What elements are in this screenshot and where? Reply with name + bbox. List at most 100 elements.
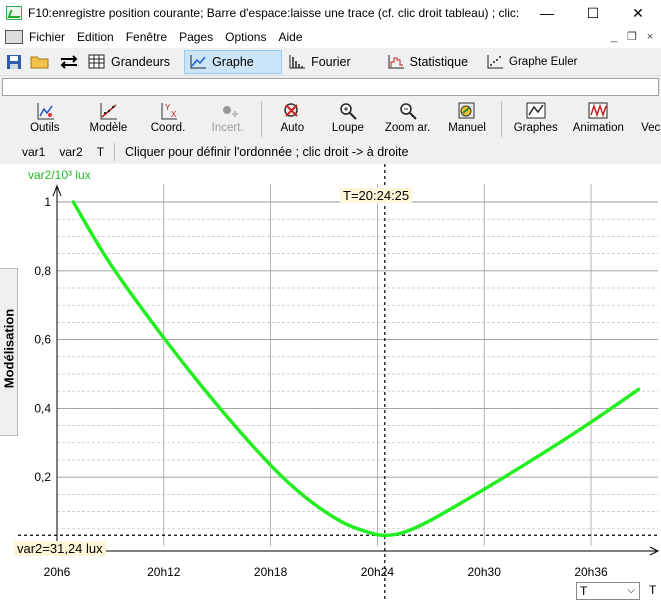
tools-icon (37, 103, 54, 120)
graph-area[interactable]: 1 0,8 0,6 0,4 0,2 20h6 20h12 20h18 20h24 20h30 20h… (18, 164, 661, 600)
y-tick-label: 0,4 (34, 401, 51, 415)
maximize-button[interactable]: ☐ (570, 0, 616, 26)
menu-bar: Fichier Edition Fenêtre Pages Options Ai… (0, 26, 661, 48)
x-tick-label: 20h24 (361, 565, 395, 579)
x-axis-label: T (649, 583, 657, 597)
manuel-button[interactable]: Manuel (437, 98, 497, 140)
loupe-label: Loupe (331, 122, 364, 134)
tab-grandeurs[interactable]: Grandeurs (84, 50, 174, 74)
swap-arrows-icon (60, 54, 78, 69)
auto-scale-icon (284, 103, 299, 117)
cursor-crosshair (18, 164, 658, 600)
mdi-minimize-icon[interactable]: _ (607, 30, 621, 44)
grid (56, 184, 658, 546)
variable-bar: var1 var2 T Cliquer pour définir l'ordon… (0, 140, 661, 164)
svg-text:X: X (171, 110, 177, 119)
auto-button[interactable]: Auto (266, 98, 318, 140)
model-icon (100, 103, 118, 120)
vecteurs-button[interactable]: Vec (631, 98, 661, 140)
zoom-arriere-button[interactable]: Zoom ar. (378, 98, 438, 140)
line-chart[interactable]: 1 0,8 0,6 0,4 0,2 20h6 20h12 20h18 20h24 20h30 20h… (18, 164, 661, 600)
title-bar: F10:enregistre position courante; Barre … (0, 0, 661, 26)
animation-label: Animation (572, 122, 624, 134)
tab-grandeurs-label: Grandeurs (111, 54, 171, 69)
series-line (71, 200, 641, 538)
menu-pages[interactable]: Pages (173, 30, 219, 44)
document-icon[interactable] (5, 30, 23, 44)
var2-selector[interactable]: var2 (45, 145, 82, 159)
menu-options[interactable]: Options (219, 30, 272, 44)
outils-button[interactable]: Outils (15, 98, 75, 140)
tick-labels: 1 0,8 0,6 0,4 0,2 20h6 20h12 20h18 20h24 20h30 20h… (34, 195, 608, 579)
save-button[interactable] (2, 50, 26, 74)
vectors-icon (641, 101, 661, 121)
axes (18, 184, 660, 556)
graph-icon (190, 54, 207, 68)
tab-graphe[interactable]: Graphe (184, 49, 283, 74)
tab-statistique[interactable]: Statistique (383, 50, 472, 74)
tab-graphe-label: Graphe (212, 54, 254, 69)
x-tick-label: 20h30 (468, 565, 502, 579)
swap-button[interactable] (54, 50, 84, 74)
modelisation-label: Modélisation (1, 308, 17, 389)
graphs-icon (526, 102, 546, 119)
y-tick-label: 0,6 (34, 333, 51, 347)
coord-label: Coord. (150, 122, 186, 134)
floppy-icon (7, 54, 21, 69)
menu-aide[interactable]: Aide (272, 30, 308, 44)
x-tick-label: 20h18 (254, 565, 288, 579)
uncertainty-icon (222, 106, 238, 117)
open-button[interactable] (26, 50, 54, 74)
animation-button[interactable]: Animation (566, 98, 632, 140)
expression-field[interactable] (2, 78, 659, 96)
histogram-icon (388, 54, 404, 68)
time-readout: T=20:24:25 (340, 188, 413, 203)
close-button[interactable]: ✕ (615, 0, 661, 26)
expression-bar (0, 76, 661, 98)
y-tick-label: 0,8 (34, 264, 51, 278)
animation-icon (588, 102, 608, 119)
menu-edition[interactable]: Edition (71, 30, 120, 44)
modele-button[interactable]: Modèle (79, 98, 139, 140)
coord-button[interactable]: YX Coord. (138, 98, 198, 140)
minimize-button[interactable]: — (524, 0, 570, 26)
status-message: Cliquer pour définir l'ordonnée ; clic d… (125, 145, 409, 159)
table-icon (88, 54, 105, 68)
y-tick-label: 0,2 (34, 470, 51, 484)
manual-scale-icon (458, 102, 475, 119)
mdi-close-icon[interactable]: × (643, 30, 657, 44)
tab-fourier-label: Fourier (311, 54, 351, 69)
spectrum-icon (289, 54, 306, 68)
incert-label: Incert. (211, 122, 244, 134)
loupe-button[interactable]: Loupe (318, 98, 378, 140)
abscissa-select[interactable]: T ⌵ (576, 582, 640, 600)
toolbar-separator (261, 101, 263, 137)
zoom-arriere-label: Zoom ar. (384, 122, 431, 134)
tab-statistique-label: Statistique (409, 54, 469, 69)
main-toolbar: Grandeurs Graphe Fourier Statistique Gra… (0, 48, 661, 76)
var1-selector[interactable]: var1 (0, 145, 45, 159)
incert-button[interactable]: Incert. (198, 98, 258, 140)
folder-icon (30, 56, 49, 68)
outils-label: Outils (30, 122, 60, 134)
auto-label: Auto (280, 122, 305, 134)
t-selector[interactable]: T (83, 145, 104, 159)
modele-label: Modèle (89, 122, 128, 134)
graphes-button[interactable]: Graphes (506, 98, 566, 140)
tab-graphe-euler[interactable]: Graphe Euler (482, 50, 581, 74)
modelisation-side-tab[interactable]: Modélisation (0, 268, 18, 436)
y-axis-label: var2/10³ lux (28, 168, 91, 182)
euler-graph-icon (487, 54, 504, 68)
tab-fourier[interactable]: Fourier (284, 50, 355, 74)
chevron-down-icon: ⌵ (627, 585, 635, 596)
manuel-label: Manuel (448, 122, 486, 134)
graphes-label: Graphes (513, 122, 558, 134)
y-tick-label: 1 (44, 195, 51, 209)
menu-fenetre[interactable]: Fenêtre (120, 30, 173, 44)
menu-fichier[interactable]: Fichier (23, 30, 71, 44)
zoom-in-icon (340, 103, 357, 120)
abscissa-select-value: T (580, 584, 588, 598)
vecteurs-label: Vec (641, 122, 661, 134)
x-tick-label: 20h36 (574, 565, 608, 579)
mdi-restore-icon[interactable]: ❐ (625, 30, 639, 44)
